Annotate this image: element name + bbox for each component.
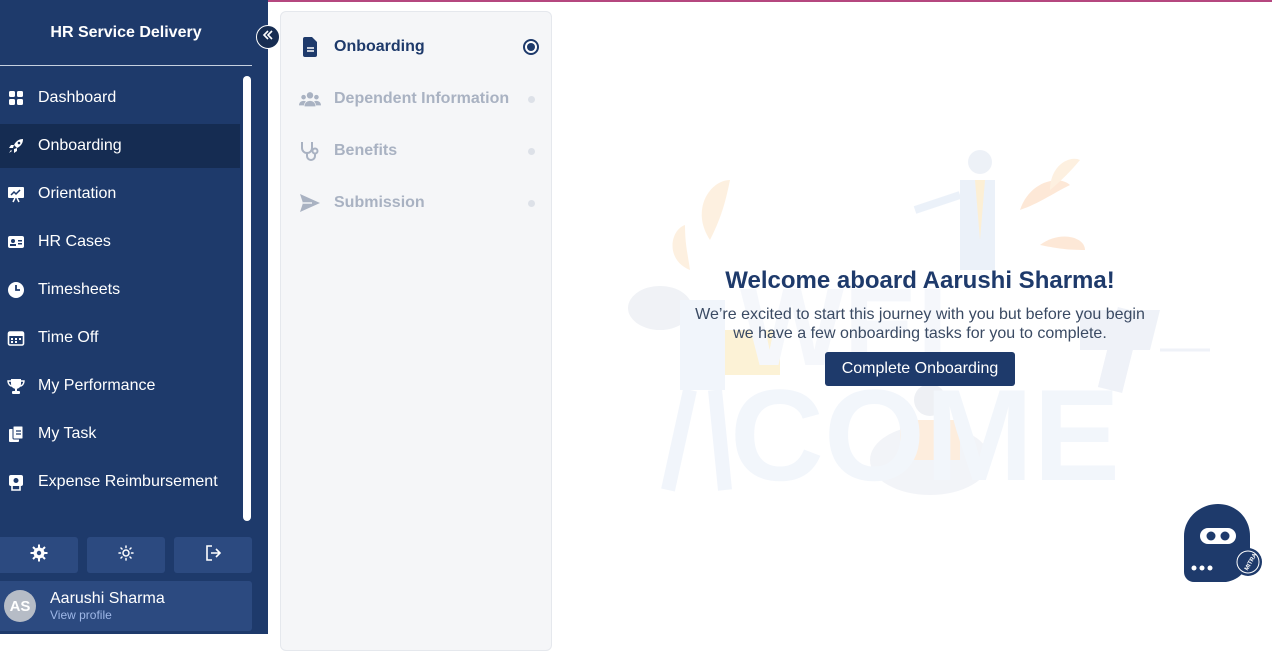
welcome-line-2: we have a few onboarding tasks for you t… [733,325,1107,342]
rocket-icon [7,137,25,155]
chevrons-left-icon [262,28,274,46]
sidebar-item-label: Dashboard [38,89,117,106]
clipboard-icon [7,425,25,443]
step-status-dot [528,95,535,103]
sidebar-item-label: HR Cases [38,233,111,250]
calendar-icon [7,329,25,347]
welcome-title: Welcome aboard Aarushi Sharma! [725,267,1115,294]
sidebar-item-expense-reimbursement[interactable]: Expense Reimbursement [0,460,240,504]
step-status-dot [528,199,535,207]
step-benefits[interactable]: Benefits [281,136,551,166]
logout-icon [204,544,222,567]
stethoscope-icon [299,140,321,162]
id-card-icon [7,233,25,251]
sidebar-item-label: Timesheets [38,281,121,298]
sidebar-item-label: My Task [38,425,97,442]
sidebar-item-my-task[interactable]: My Task [0,412,240,456]
step-status-radio [523,39,539,55]
step-label: Submission [334,194,425,211]
receipt-icon [7,473,25,491]
step-label: Benefits [334,142,398,159]
complete-onboarding-button[interactable]: Complete Onboarding [825,352,1015,386]
welcome-line-1: We’re excited to start this journey with… [695,306,1145,323]
sidebar-bottom-actions [0,537,252,573]
welcome-message: Welcome aboard Aarushi Sharma! We’re exc… [660,266,1180,343]
app-title: HR Service Delivery [0,0,252,66]
step-submission[interactable]: Submission [281,188,551,218]
sidebar-item-onboarding[interactable]: Onboarding [0,124,240,168]
sidebar-scrollbar[interactable] [243,76,251,521]
dashboard-icon [7,89,25,107]
document-icon [299,36,321,58]
gear-icon [30,544,48,567]
theme-toggle-button[interactable] [87,537,165,573]
users-icon [299,88,321,110]
collapse-sidebar-button[interactable] [256,25,280,49]
onboarding-steps-panel: Onboarding Dependent Information Benefit… [280,11,552,651]
sidebar-item-timesheets[interactable]: Timesheets [0,268,240,312]
step-dependent-information[interactable]: Dependent Information [281,84,551,114]
sun-icon [117,544,135,567]
sidebar-item-hr-cases[interactable]: HR Cases [0,220,240,264]
presentation-icon [7,185,25,203]
clock-icon [7,281,25,299]
send-icon [299,192,321,214]
sidebar-item-label: Time Off [38,329,99,346]
sidebar-item-label: Expense Reimbursement [38,473,218,490]
sidebar-item-dashboard[interactable]: Dashboard [0,76,240,120]
step-onboarding[interactable]: Onboarding [281,32,551,62]
step-status-dot [528,147,535,155]
sidebar-item-my-performance[interactable]: My Performance [0,364,240,408]
view-profile-link[interactable]: View profile [50,608,165,622]
sidebar: HR Service Delivery Dashboard Onboarding… [0,0,268,634]
user-profile[interactable]: AS Aarushi Sharma View profile [0,581,252,631]
sidebar-item-orientation[interactable]: Orientation [0,172,240,216]
trophy-icon [7,377,25,395]
sidebar-nav: Dashboard Onboarding Orientation HR Case… [0,76,240,508]
step-label: Onboarding [334,38,425,55]
avatar: AS [4,590,36,622]
profile-name: Aarushi Sharma [50,590,165,607]
sidebar-item-label: Orientation [38,185,117,202]
top-accent-line [268,0,1272,2]
sidebar-item-label: Onboarding [38,137,122,154]
sidebar-item-label: My Performance [38,377,156,394]
chatbot-button[interactable]: MITRA [1182,502,1264,586]
step-label: Dependent Information [334,90,510,107]
settings-button[interactable] [0,537,78,573]
sidebar-item-time-off[interactable]: Time Off [0,316,240,360]
logout-button[interactable] [174,537,252,573]
